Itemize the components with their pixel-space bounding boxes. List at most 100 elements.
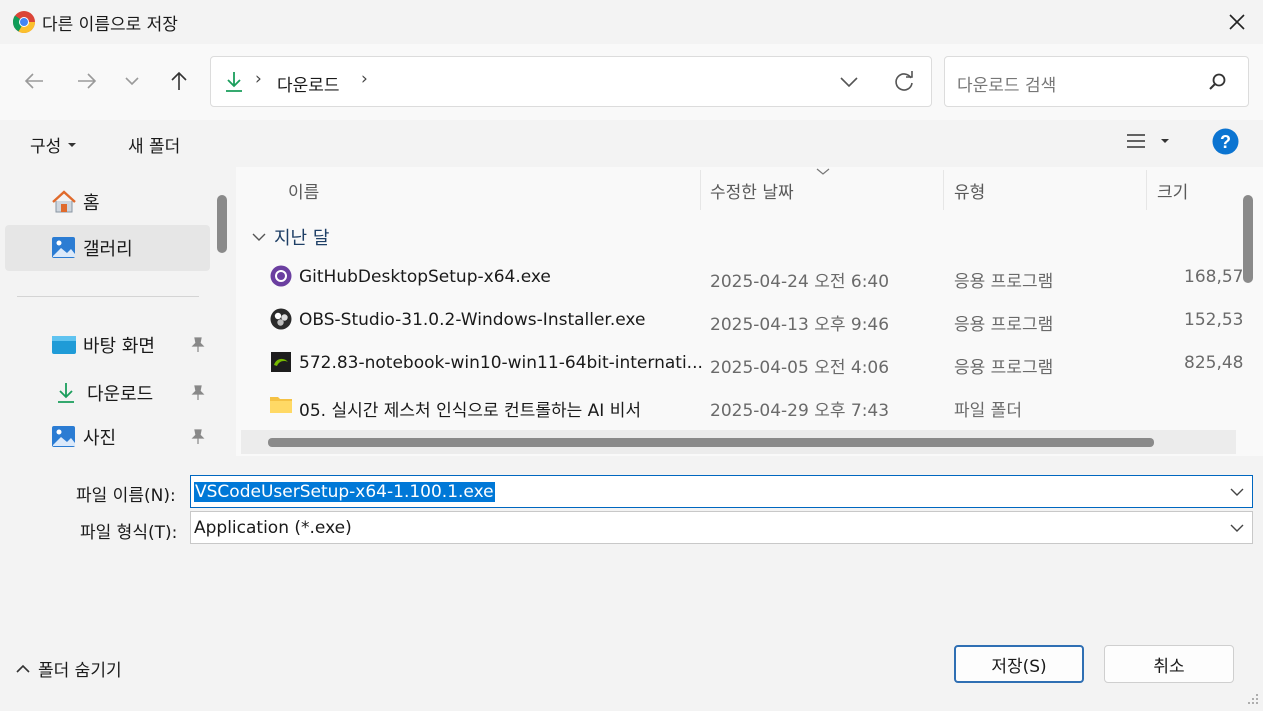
folder-icon	[270, 397, 292, 413]
download-icon	[226, 72, 242, 92]
view-options-button[interactable]	[1126, 132, 1170, 150]
column-header-modified[interactable]: 수정한 날짜	[710, 178, 794, 203]
pictures-icon	[52, 426, 75, 447]
filetype-select[interactable]: Application (*.exe)	[190, 511, 1253, 544]
save-button[interactable]: 저장(S)	[954, 645, 1084, 683]
sidebar-divider	[17, 296, 199, 297]
filename-input[interactable]: VSCodeUserSetup-x64-1.100.1.exe	[190, 475, 1253, 508]
breadcrumb-separator: ›	[255, 69, 262, 89]
sidebar-item-home[interactable]: 홈	[5, 179, 210, 225]
file-row[interactable]: OBS-Studio-31.0.2-Windows-Installer.exe …	[266, 299, 1243, 341]
caret-down-icon	[1161, 139, 1169, 143]
file-name: 05. 실시간 제스처 인식으로 컨트롤하는 AI 비서	[299, 401, 641, 421]
sidebar-item-label: 바탕 화면	[83, 336, 155, 357]
filename-label: 파일 이름(N):	[76, 486, 176, 506]
sidebar-scrollbar[interactable]	[217, 195, 227, 253]
sidebar-item-pictures[interactable]: 사진	[5, 418, 210, 456]
close-icon	[1229, 14, 1245, 30]
list-view-icon	[1127, 134, 1145, 148]
pin-icon[interactable]	[190, 429, 206, 445]
horizontal-scrollbar[interactable]	[268, 438, 1154, 447]
column-separator[interactable]	[943, 170, 944, 210]
chevron-down-icon	[1230, 524, 1244, 532]
chevron-down-icon	[252, 233, 266, 241]
file-size: 168,57	[1184, 267, 1244, 287]
file-date: 2025-04-29 오후 7:43	[710, 401, 890, 421]
chevron-up-icon	[16, 664, 30, 673]
download-icon	[58, 383, 74, 403]
organize-label: 구성	[30, 137, 62, 157]
sidebar-item-label: 갤러리	[83, 239, 133, 260]
file-type: 응용 프로그램	[954, 272, 1054, 292]
vertical-scrollbar[interactable]	[1243, 195, 1253, 283]
caret-down-icon	[68, 142, 77, 147]
sidebar-item-label: 사진	[83, 428, 117, 449]
sidebar-item-desktop[interactable]: 바탕 화면	[5, 322, 210, 368]
pin-icon[interactable]	[190, 337, 206, 353]
svg-text:?: ?	[1220, 132, 1231, 152]
file-date: 2025-04-24 오전 6:40	[710, 272, 890, 292]
column-header-name[interactable]: 이름	[288, 178, 319, 203]
search-placeholder: 다운로드 검색	[957, 76, 1057, 96]
cancel-button[interactable]: 취소	[1104, 645, 1234, 683]
hide-folders-button[interactable]: 폴더 숨기기	[16, 656, 122, 681]
group-label: 지난 달	[274, 228, 330, 249]
file-name: 572.83-notebook-win10-win11-64bit-intern…	[299, 353, 703, 373]
window-title: 다른 이름으로 저장	[42, 15, 178, 35]
breadcrumb-chevron[interactable]: ›	[361, 69, 368, 89]
file-row[interactable]: 05. 실시간 제스처 인식으로 컨트롤하는 AI 비서 2025-04-29 …	[266, 385, 1236, 427]
organize-menu[interactable]: 구성	[30, 132, 77, 157]
recent-locations-button[interactable]	[114, 63, 150, 99]
file-name: GitHubDesktopSetup-x64.exe	[299, 267, 551, 287]
command-bar	[0, 120, 1263, 167]
sidebar-item-label: 다운로드	[87, 384, 154, 405]
file-type: 파일 폴더	[954, 401, 1022, 421]
resize-grip-icon[interactable]	[1246, 692, 1260, 706]
column-separator[interactable]	[700, 170, 701, 210]
chevron-down-icon	[125, 77, 139, 86]
close-button[interactable]	[1212, 0, 1262, 44]
hide-folders-label: 폴더 숨기기	[38, 661, 122, 681]
chrome-icon	[12, 11, 35, 33]
sort-chevron-icon	[816, 168, 830, 175]
up-button[interactable]	[161, 63, 197, 99]
sidebar-item-downloads[interactable]: 다운로드	[5, 370, 210, 416]
file-date: 2025-04-13 오후 9:46	[710, 315, 890, 335]
desktop-icon	[52, 336, 76, 354]
help-icon[interactable]: ?	[1212, 128, 1239, 155]
forward-button[interactable]	[69, 63, 105, 99]
filetype-value: Application (*.exe)	[194, 517, 352, 538]
file-row[interactable]: GitHubDesktopSetup-x64.exe 2025-04-24 오전…	[266, 256, 1243, 298]
home-icon	[52, 190, 76, 213]
back-button[interactable]	[16, 63, 52, 99]
file-row[interactable]: 572.83-notebook-win10-win11-64bit-intern…	[266, 342, 1243, 384]
file-date: 2025-04-05 오전 4:06	[710, 358, 890, 378]
file-type: 응용 프로그램	[954, 315, 1054, 335]
file-size: 825,48	[1184, 353, 1244, 373]
obs-icon	[270, 308, 292, 330]
chevron-down-icon[interactable]	[839, 74, 859, 90]
address-bar[interactable]: › 다운로드 ›	[210, 56, 932, 107]
chevron-down-icon[interactable]	[1230, 487, 1244, 497]
column-separator[interactable]	[1146, 170, 1147, 210]
breadcrumb-item[interactable]: 다운로드	[277, 71, 340, 96]
arrow-right-icon	[78, 73, 97, 89]
github-icon	[270, 265, 292, 287]
new-folder-button[interactable]: 새 폴더	[128, 132, 180, 157]
sidebar-item-gallery[interactable]: 갤러리	[5, 225, 210, 271]
gallery-icon	[52, 237, 75, 258]
column-header-size[interactable]: 크기	[1157, 178, 1188, 203]
column-header-type[interactable]: 유형	[954, 178, 985, 203]
search-box[interactable]: 다운로드 검색	[944, 56, 1249, 107]
filetype-label: 파일 형식(T):	[80, 523, 178, 543]
title-bar: 다른 이름으로 저장	[0, 0, 1263, 44]
file-name: OBS-Studio-31.0.2-Windows-Installer.exe	[299, 310, 646, 330]
pin-icon[interactable]	[190, 385, 206, 401]
nvidia-icon	[271, 352, 291, 372]
search-icon[interactable]	[1208, 72, 1228, 92]
arrow-up-icon	[171, 71, 187, 90]
group-header[interactable]: 지난 달	[252, 224, 329, 250]
arrow-left-icon	[24, 73, 43, 89]
refresh-icon[interactable]	[892, 70, 916, 94]
filename-value: VSCodeUserSetup-x64-1.100.1.exe	[194, 481, 495, 502]
